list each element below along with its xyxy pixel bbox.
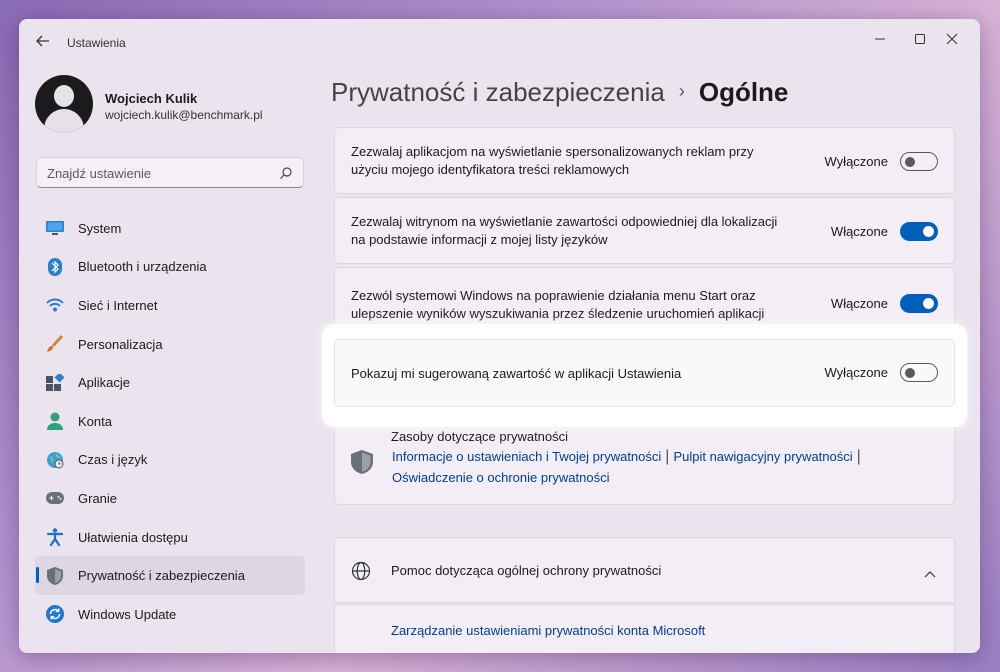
globe-icon <box>351 561 371 586</box>
back-arrow-icon[interactable] <box>33 33 53 53</box>
sidebar-item-label: Sieć i Internet <box>78 297 158 313</box>
sidebar-item-personalization[interactable]: Personalizacja <box>35 325 305 364</box>
sidebar-item-accounts[interactable]: Konta <box>35 402 305 441</box>
highlight-overlay: Pokazuj mi sugerowaną zawartość w aplika… <box>322 324 967 427</box>
setting-status: Wyłączone <box>824 154 888 169</box>
link-microsoft-account-privacy[interactable]: Zarządzanie ustawieniami prywatności kon… <box>391 623 705 638</box>
link-privacy-statement[interactable]: Oświadczenie o ochronie prywatności <box>392 470 610 485</box>
sidebar-item-bluetooth[interactable]: Bluetooth i urządzenia <box>35 248 305 287</box>
sidebar-item-gaming[interactable]: Granie <box>35 479 305 518</box>
breadcrumb-parent[interactable]: Prywatność i zabezpieczenia <box>331 77 665 107</box>
link-privacy-settings-info[interactable]: Informacje o ustawieniach i Twojej prywa… <box>392 449 661 464</box>
help-title: Pomoc dotycząca ogólnej ochrony prywatno… <box>391 563 662 578</box>
close-icon[interactable] <box>932 25 972 53</box>
user-email: wojciech.kulik@benchmark.pl <box>105 108 263 122</box>
sidebar-item-label: Ułatwienia dostępu <box>78 529 188 545</box>
toggle-switch[interactable] <box>900 363 938 382</box>
globe-clock-icon <box>46 451 64 469</box>
sidebar-nav: System Bluetooth i urządzenia Sieć i Int… <box>35 209 305 634</box>
shield-icon <box>351 450 373 479</box>
page-title: Ogólne <box>698 77 789 107</box>
sidebar-item-label: Konta <box>78 413 112 429</box>
wifi-icon <box>46 296 64 314</box>
sidebar-item-privacy-security[interactable]: Prywatność i zabezpieczenia <box>35 556 305 595</box>
link-privacy-dashboard[interactable]: Pulpit nawigacyjny prywatności <box>673 449 852 464</box>
sidebar-item-apps[interactable]: Aplikacje <box>35 363 305 402</box>
search-placeholder: Znajdź ustawienie <box>47 166 152 181</box>
shield-icon <box>46 566 64 585</box>
help-section-header[interactable]: Pomoc dotycząca ogólnej ochrony prywatno… <box>334 537 955 603</box>
breadcrumb: Prywatność i zabezpieczenia › Ogólne <box>331 77 788 108</box>
title-bar: Ustawienia <box>19 19 980 67</box>
settings-window: Ustawienia Wojciech Kulik wojciech.kulik… <box>19 19 980 653</box>
setting-description: Pokazuj mi sugerowaną zawartość w aplika… <box>351 366 682 381</box>
sidebar-item-label: Prywatność i zabezpieczenia <box>78 568 245 584</box>
setting-status: Włączone <box>830 224 888 239</box>
apps-icon <box>46 373 64 392</box>
setting-card-personalized-ads[interactable]: Zezwalaj aplikacjom na wyświetlanie sper… <box>334 127 955 194</box>
update-icon <box>46 605 64 624</box>
brush-icon <box>46 335 64 353</box>
sidebar-item-label: Bluetooth i urządzenia <box>78 259 207 275</box>
toggle-switch[interactable] <box>900 152 938 171</box>
setting-description: Zezwalaj witrynom na wyświetlanie zawart… <box>351 214 778 247</box>
gamepad-icon <box>46 489 64 507</box>
sidebar-item-label: Personalizacja <box>78 336 163 352</box>
sidebar-item-time-language[interactable]: Czas i język <box>35 441 305 480</box>
minimize-icon[interactable] <box>860 25 900 53</box>
toggle-switch[interactable] <box>900 294 938 313</box>
setting-card-suggested-content[interactable]: Pokazuj mi sugerowaną zawartość w aplika… <box>334 339 955 407</box>
app-title: Ustawienia <box>67 36 126 50</box>
help-section-content: Zarządzanie ustawieniami prywatności kon… <box>334 604 955 653</box>
setting-description: Zezwalaj aplikacjom na wyświetlanie sper… <box>351 144 754 177</box>
search-icon[interactable] <box>279 166 293 180</box>
user-name: Wojciech Kulik <box>105 91 198 106</box>
resources-title: Zasoby dotyczące prywatności <box>391 429 569 444</box>
search-input[interactable]: Znajdź ustawienie <box>36 157 304 188</box>
privacy-resources-card: Zasoby dotyczące prywatności Informacje … <box>334 417 955 505</box>
sidebar-item-label: Czas i język <box>78 452 148 468</box>
sidebar-item-label: Windows Update <box>78 606 177 622</box>
toggle-switch[interactable] <box>900 222 938 241</box>
resources-links: Informacje o ustawieniach i Twojej prywa… <box>392 448 865 466</box>
setting-card-local-content[interactable]: Zezwalaj witrynom na wyświetlanie zawart… <box>334 197 955 264</box>
accessibility-icon <box>46 528 64 547</box>
resources-links-row2: Oświadczenie o ochronie prywatności <box>392 469 610 487</box>
chevron-right-icon: › <box>678 81 685 101</box>
sidebar-item-network[interactable]: Sieć i Internet <box>35 286 305 325</box>
sidebar-item-system[interactable]: System <box>35 209 305 248</box>
link-separator: | <box>856 448 861 465</box>
sidebar-item-label: System <box>78 220 122 236</box>
sidebar-item-label: Aplikacje <box>78 375 131 391</box>
setting-status: Wyłączone <box>824 365 888 380</box>
monitor-icon <box>46 219 64 237</box>
bluetooth-icon <box>46 257 64 276</box>
setting-description: Zezwól systemowi Windows na poprawienie … <box>351 288 765 321</box>
user-profile[interactable]: Wojciech Kulik wojciech.kulik@benchmark.… <box>35 75 305 135</box>
chevron-up-icon[interactable] <box>924 565 936 583</box>
sidebar-item-windows-update[interactable]: Windows Update <box>35 595 305 634</box>
sidebar-item-accessibility[interactable]: Ułatwienia dostępu <box>35 518 305 557</box>
person-icon <box>46 412 64 431</box>
sidebar-item-label: Granie <box>78 490 118 506</box>
avatar <box>35 75 93 133</box>
setting-status: Włączone <box>830 296 888 311</box>
link-separator: | <box>665 448 670 465</box>
